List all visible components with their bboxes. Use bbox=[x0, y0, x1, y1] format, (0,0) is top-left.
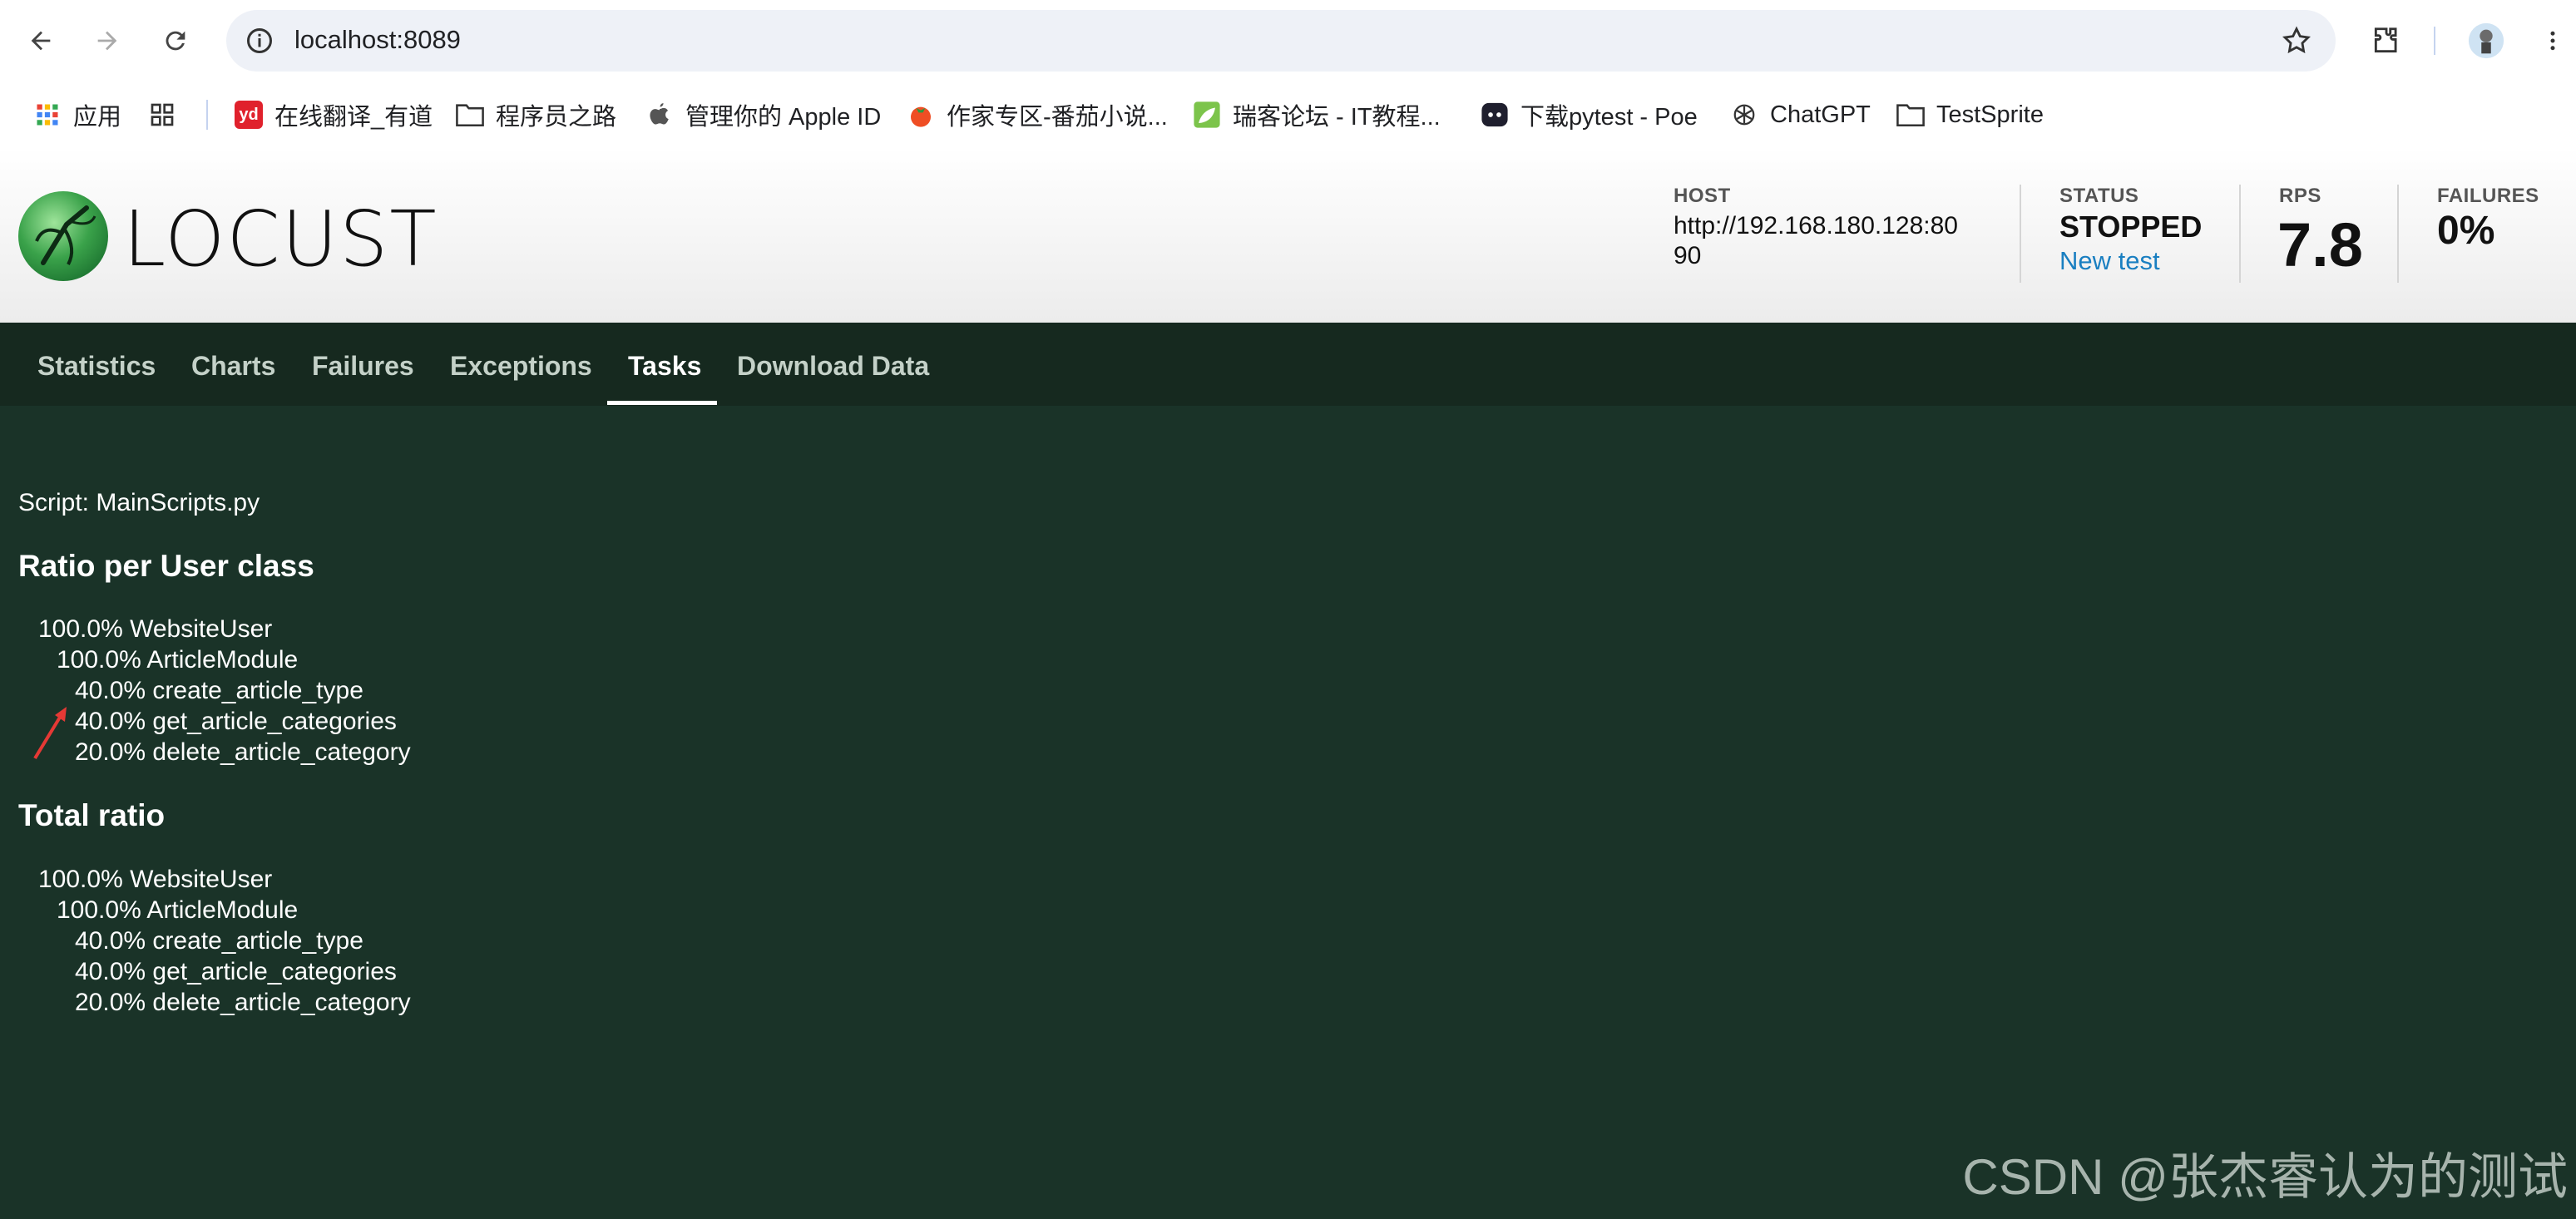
tab-groups-icon bbox=[148, 101, 176, 129]
bookmark-label: 瑞客论坛 - IT教程... bbox=[1233, 104, 1441, 131]
new-test-link[interactable]: New test bbox=[2059, 246, 2160, 276]
host-label: HOST bbox=[1674, 185, 1731, 207]
folder-icon bbox=[456, 101, 484, 129]
browser-menu-button[interactable] bbox=[2530, 18, 2575, 63]
ratio-per-user-class-heading: Ratio per User class bbox=[18, 549, 314, 583]
profile-avatar[interactable] bbox=[2464, 18, 2509, 63]
failures-value: 0% bbox=[2437, 209, 2495, 253]
tab-statistics[interactable]: Statistics bbox=[37, 351, 156, 382]
failures-label: FAILURES bbox=[2437, 185, 2539, 207]
address-bar[interactable]: localhost:8089 bbox=[226, 10, 2336, 72]
site-info-icon[interactable] bbox=[245, 26, 274, 56]
tab-charts[interactable]: Charts bbox=[191, 351, 275, 382]
tomato-icon bbox=[907, 101, 935, 129]
bookmark-label: TestSprite bbox=[1936, 101, 2044, 128]
total-line: 40.0% create_article_type bbox=[75, 927, 363, 955]
host-value-line2: 90 bbox=[1674, 242, 1702, 269]
total-line: 100.0% WebsiteUser bbox=[38, 866, 273, 893]
bookmark-chatgpt[interactable]: ChatGPT bbox=[1730, 96, 1871, 133]
poe-icon bbox=[1481, 101, 1509, 129]
locust-logo-icon bbox=[18, 191, 108, 281]
annotation-arrow-icon bbox=[33, 707, 67, 760]
total-line: 100.0% ArticleModule bbox=[57, 896, 299, 924]
bookmark-tomato[interactable]: 作家专区-番茄小说... bbox=[907, 96, 1168, 133]
browser-toolbar: localhost:8089 bbox=[0, 0, 2576, 81]
bookmark-label: 下载pytest - Poe bbox=[1520, 104, 1698, 131]
puzzle-icon bbox=[2374, 27, 2397, 53]
bookmark-testsprite[interactable]: TestSprite bbox=[1896, 96, 2044, 133]
reload-icon bbox=[166, 31, 185, 51]
chatgpt-icon bbox=[1730, 101, 1758, 129]
bookmarks-divider bbox=[206, 100, 208, 130]
toolbar-divider bbox=[2434, 27, 2435, 55]
total-line: 40.0% get_article_categories bbox=[75, 958, 397, 985]
stat-divider bbox=[2397, 185, 2399, 283]
tab-failures[interactable]: Failures bbox=[312, 351, 414, 382]
host-value: http://192.168.180.128:80 90 bbox=[1674, 211, 1958, 271]
locust-logo-text: LOCUST bbox=[123, 195, 438, 284]
bookmark-label: 应用 bbox=[73, 104, 122, 131]
apple-icon bbox=[645, 101, 674, 129]
folder-icon bbox=[1896, 101, 1925, 129]
tab-bar: Statistics Charts Failures Exceptions Ta… bbox=[0, 323, 2576, 406]
bookmark-youdao[interactable]: yd 在线翻译_有道 bbox=[235, 96, 433, 133]
tasks-panel: Script: MainScripts.py Ratio per User cl… bbox=[0, 406, 2576, 1219]
avatar-icon bbox=[2468, 22, 2504, 59]
bookmark-apple-id[interactable]: 管理你的 Apple ID bbox=[645, 96, 881, 133]
apps-grid-icon bbox=[33, 101, 62, 129]
ratio-line: 40.0% get_article_categories bbox=[75, 708, 397, 735]
url-text[interactable]: localhost:8089 bbox=[294, 25, 461, 55]
ratio-line: 100.0% ArticleModule bbox=[57, 646, 299, 674]
reload-button[interactable] bbox=[153, 18, 198, 63]
youdao-icon: yd bbox=[235, 101, 263, 129]
forward-button[interactable] bbox=[85, 18, 130, 63]
active-tab-indicator bbox=[607, 401, 717, 405]
tab-tasks[interactable]: Tasks bbox=[628, 351, 701, 382]
bookmark-ruike[interactable]: 瑞客论坛 - IT教程... bbox=[1193, 96, 1441, 133]
stat-divider bbox=[2239, 185, 2241, 283]
bookmark-label: 管理你的 Apple ID bbox=[685, 104, 882, 131]
back-arrow-icon bbox=[31, 31, 51, 51]
tab-download-data[interactable]: Download Data bbox=[737, 351, 929, 382]
csdn-watermark: CSDN @张杰睿认为的测试 bbox=[1962, 1149, 2568, 1205]
leaf-icon bbox=[1193, 101, 1221, 129]
bookmark-label: 在线翻译_有道 bbox=[274, 104, 433, 131]
forward-arrow-icon bbox=[97, 31, 117, 51]
bookmark-label: 作家专区-番茄小说... bbox=[947, 104, 1168, 131]
bookmarks-bar: 应用 yd 在线翻译_有道 程序员之路 管理你的 Apple ID 作家专区-番… bbox=[0, 81, 2576, 149]
locust-header: LOCUST HOST http://192.168.180.128:80 90… bbox=[0, 148, 2576, 323]
host-value-line1: http://192.168.180.128:80 bbox=[1674, 212, 1958, 239]
back-button[interactable] bbox=[18, 18, 63, 63]
bookmark-tab-groups[interactable] bbox=[148, 96, 188, 133]
bookmark-poe[interactable]: 下载pytest - Poe bbox=[1481, 96, 1698, 133]
extensions-button[interactable] bbox=[2364, 18, 2409, 63]
bookmark-apps[interactable]: 应用 bbox=[33, 96, 121, 133]
bookmark-label: 程序员之路 bbox=[496, 104, 617, 131]
stat-divider bbox=[2020, 185, 2021, 283]
tab-exceptions[interactable]: Exceptions bbox=[450, 351, 592, 382]
bookmark-star-icon[interactable] bbox=[2281, 25, 2312, 57]
total-ratio-heading: Total ratio bbox=[18, 798, 166, 832]
rps-value: 7.8 bbox=[2277, 210, 2363, 279]
ratio-line: 20.0% delete_article_category bbox=[75, 738, 411, 766]
status-label: STATUS bbox=[2059, 185, 2139, 207]
status-value: STOPPED bbox=[2059, 210, 2203, 244]
kebab-menu-icon bbox=[2550, 31, 2555, 51]
total-line: 20.0% delete_article_category bbox=[75, 989, 411, 1016]
ratio-line: 40.0% create_article_type bbox=[75, 677, 363, 704]
bookmark-label: ChatGPT bbox=[1770, 101, 1871, 128]
ratio-line: 100.0% WebsiteUser bbox=[38, 615, 273, 643]
bookmark-programmer-road[interactable]: 程序员之路 bbox=[456, 96, 616, 133]
script-name: Script: MainScripts.py bbox=[18, 489, 260, 516]
rps-label: RPS bbox=[2279, 185, 2321, 207]
